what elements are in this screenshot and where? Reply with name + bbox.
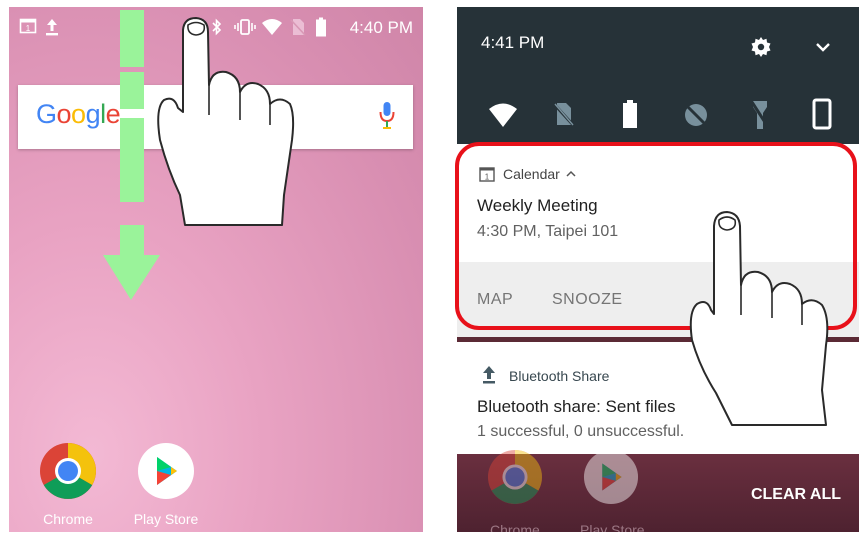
notification-subtitle: 1 successful, 0 unsuccessful. xyxy=(477,423,685,440)
status-bar[interactable]: 1 4:40 PM xyxy=(9,7,423,47)
home-screen: 1 4:40 PM Google Chrome Play Store xyxy=(9,7,423,532)
dock-app-play-store[interactable]: Play Store xyxy=(126,442,206,527)
clear-all-button[interactable]: CLEAR ALL xyxy=(751,486,841,504)
upload-icon xyxy=(46,19,58,36)
dock-label: Chrome xyxy=(43,511,93,527)
dock-label: Play Store xyxy=(133,511,199,527)
bluetooth-icon xyxy=(212,18,222,36)
chevron-down-icon[interactable] xyxy=(815,41,831,53)
no-sim-icon[interactable] xyxy=(553,101,575,127)
dock-label: Play Store xyxy=(580,522,645,532)
battery-icon xyxy=(316,17,326,37)
no-sim-icon xyxy=(290,19,306,36)
dock-label: Chrome xyxy=(490,522,540,532)
calendar-notification-icon: 1 xyxy=(19,18,37,34)
mic-icon[interactable] xyxy=(379,101,395,131)
highlight-outline xyxy=(455,142,857,330)
data-saver-icon[interactable] xyxy=(683,102,709,128)
notification-title: Bluetooth share: Sent files xyxy=(477,397,676,416)
play-store-icon xyxy=(138,443,194,499)
quick-settings: 4:41 PM xyxy=(457,7,859,144)
flashlight-off-icon[interactable] xyxy=(751,99,769,131)
battery-icon[interactable] xyxy=(622,99,638,129)
wifi-icon xyxy=(262,19,282,35)
svg-text:1: 1 xyxy=(26,24,31,33)
dimmed-home: Chrome Play Store CLEAR ALL xyxy=(457,449,859,532)
google-logo: Google xyxy=(36,99,121,129)
notification-app-name: Bluetooth Share xyxy=(509,368,610,384)
chrome-icon xyxy=(40,443,96,499)
bluetooth-notification[interactable]: Bluetooth Share Bluetooth share: Sent fi… xyxy=(457,342,859,454)
rotate-icon[interactable] xyxy=(812,98,832,130)
dock-app-chrome[interactable]: Chrome xyxy=(28,442,108,527)
bluetooth-share-icon xyxy=(483,366,495,384)
qs-clock: 4:41 PM xyxy=(481,33,545,52)
clock: 4:40 PM xyxy=(349,18,413,37)
vibrate-icon xyxy=(234,19,256,35)
play-store-icon xyxy=(583,449,639,505)
chrome-icon xyxy=(487,449,543,505)
wifi-icon[interactable] xyxy=(488,101,518,129)
settings-gear-icon[interactable] xyxy=(751,37,771,57)
google-search-bar[interactable]: Google xyxy=(18,85,413,149)
